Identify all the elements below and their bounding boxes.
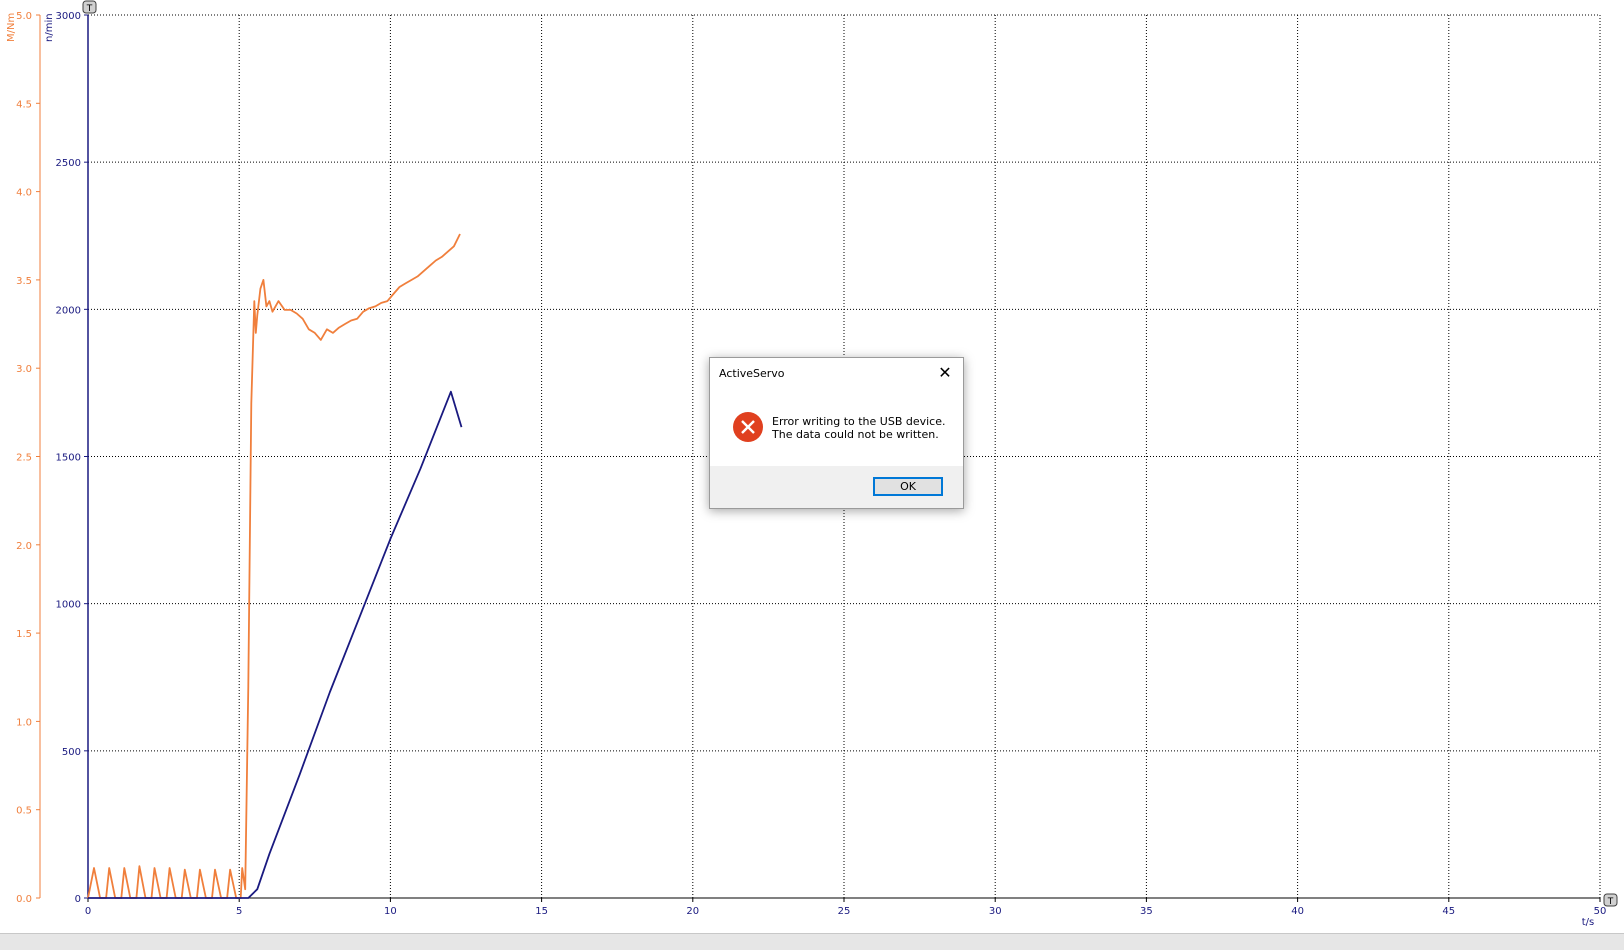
top-axis-marker-label: T: [86, 4, 93, 14]
x-tick-label: 25: [838, 906, 851, 917]
y-right-tick-label: 3000: [56, 11, 81, 22]
y-right-tick-label: 0: [75, 894, 81, 905]
ok-button[interactable]: OK: [873, 477, 943, 496]
x-tick-label: 30: [989, 906, 1002, 917]
y-right-tick-label: 2500: [56, 158, 81, 169]
x-tick-label: 5: [236, 906, 242, 917]
x-tick-label: 40: [1291, 906, 1304, 917]
window-status-bar: [0, 933, 1624, 950]
error-dialog: ActiveServo ✕ Error writing to the USB d…: [709, 357, 964, 509]
top-axis-marker-icon[interactable]: T: [82, 0, 97, 14]
y-left-tick-label: 2.0: [16, 541, 32, 552]
y-left-tick-label: 0.0: [16, 894, 32, 905]
y-right-tick-label: 2000: [56, 305, 81, 316]
x-tick-label: 15: [535, 906, 548, 917]
y-left-tick-label: 1.0: [16, 717, 32, 728]
y-left-tick-label: 3.0: [16, 364, 32, 375]
y-right-tick-label: 1000: [56, 600, 81, 611]
y-left-tick-label: 1.5: [16, 629, 32, 640]
y-right-axis-label: n/min: [44, 13, 55, 42]
y-left-tick-label: 0.5: [16, 806, 32, 817]
x-tick-label: 10: [384, 906, 397, 917]
dialog-title: ActiveServo: [719, 367, 785, 380]
x-tick-label: 35: [1140, 906, 1153, 917]
series-line-torque: [87, 233, 461, 899]
dialog-titlebar[interactable]: ActiveServo ✕: [710, 358, 963, 388]
right-axis-marker-label: T: [1607, 897, 1614, 907]
dialog-message-line2: The data could not be written.: [772, 428, 939, 441]
x-tick-label: 50: [1594, 906, 1607, 917]
y-left-axis-label: M/Nm: [6, 13, 17, 42]
x-tick-label: 45: [1442, 906, 1455, 917]
y-left-tick-label: 2.5: [16, 453, 32, 464]
series-lines: [87, 233, 463, 899]
series-line-speed: [88, 390, 463, 899]
dialog-message-line1: Error writing to the USB device.: [772, 415, 946, 428]
y-left-tick-label: 4.0: [16, 188, 32, 199]
close-icon[interactable]: ✕: [931, 360, 959, 386]
y-right-tick-label: 500: [62, 747, 81, 758]
error-icon: [733, 412, 763, 442]
dialog-message: Error writing to the USB device. The dat…: [772, 415, 946, 441]
x-tick-label: 0: [85, 906, 91, 917]
right-axis-marker-icon[interactable]: T: [1603, 893, 1618, 907]
y-left-tick-label: 3.5: [16, 276, 32, 287]
y-left-tick-label: 5.0: [16, 11, 32, 22]
y-right-tick-label: 1500: [56, 453, 81, 464]
dialog-footer: OK: [710, 466, 963, 508]
x-tick-label: 20: [686, 906, 699, 917]
y-left-tick-label: 4.5: [16, 99, 32, 110]
x-axis-label: t/s: [1582, 917, 1595, 928]
